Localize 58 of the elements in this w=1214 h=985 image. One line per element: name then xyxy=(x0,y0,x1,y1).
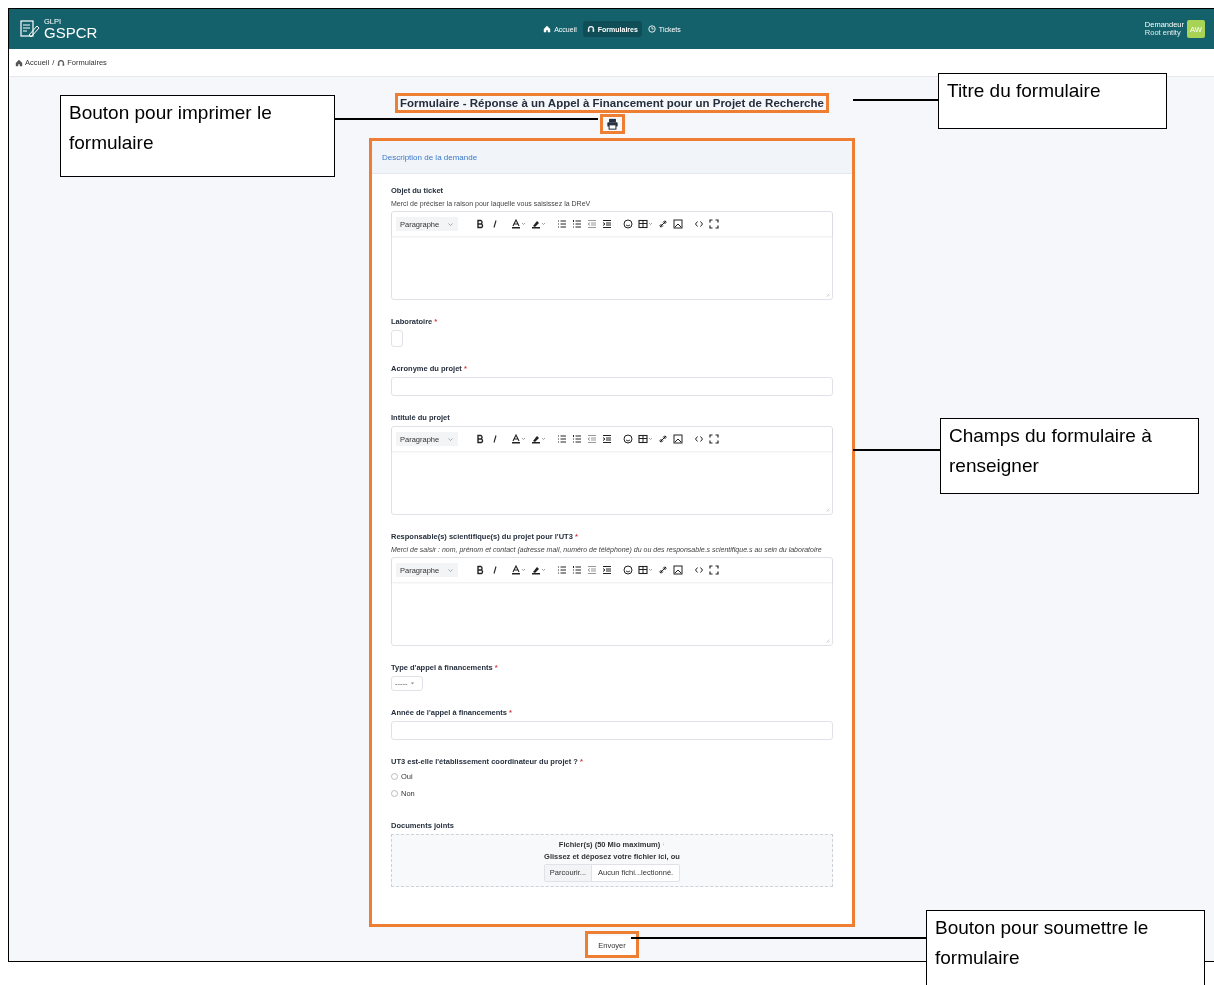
numbered-list-icon xyxy=(572,434,582,444)
bullet-list-icon xyxy=(557,434,567,444)
callout-text: Titre du formulaire xyxy=(938,73,1167,129)
image-icon xyxy=(673,219,683,229)
fullscreen-icon xyxy=(709,434,719,444)
outdent-icon xyxy=(587,565,597,575)
callout-text: Bouton pour imprimer le formulaire xyxy=(60,95,335,177)
highlighter-icon xyxy=(531,565,546,575)
resize-grip-icon xyxy=(825,507,830,512)
bold-icon xyxy=(475,434,485,444)
resize-grip-icon xyxy=(825,638,830,643)
bold-icon xyxy=(475,565,485,575)
table-icon xyxy=(638,565,653,575)
code-icon xyxy=(694,565,704,575)
bullet-list-icon xyxy=(557,565,567,575)
image-icon xyxy=(673,565,683,575)
code-icon xyxy=(694,219,704,229)
text-color-icon xyxy=(511,434,526,444)
table-icon xyxy=(638,219,653,229)
indent-icon xyxy=(602,434,612,444)
highlighter-icon xyxy=(531,219,546,229)
text-color-icon xyxy=(511,565,526,575)
fullscreen-icon xyxy=(709,219,719,229)
indent-icon xyxy=(602,219,612,229)
form-title: Formulaire - Réponse à un Appel à Financement pour un Projet de Recherche xyxy=(400,97,824,109)
image-icon xyxy=(673,434,683,444)
emoji-icon xyxy=(623,434,633,444)
numbered-list-icon xyxy=(572,219,582,229)
input-field[interactable] xyxy=(391,721,833,740)
code-icon xyxy=(694,434,704,444)
callout-text: Bouton pour soumettre le formulaire xyxy=(926,910,1205,985)
chevron-icon xyxy=(447,220,454,228)
bullet-list-icon xyxy=(557,219,567,229)
chevron-icon xyxy=(447,435,454,443)
numbered-list-icon xyxy=(572,565,582,575)
emoji-icon xyxy=(623,565,633,575)
table-icon xyxy=(638,434,653,444)
clock-icon xyxy=(647,25,656,33)
home-icon xyxy=(543,25,552,33)
outdent-icon xyxy=(587,434,597,444)
emoji-icon xyxy=(623,219,633,229)
home-icon xyxy=(15,58,23,67)
outdent-icon xyxy=(587,219,597,229)
chevron-icon xyxy=(447,566,454,574)
logo-icon xyxy=(19,19,41,39)
select-field[interactable] xyxy=(391,330,403,347)
highlighter-icon xyxy=(531,434,546,444)
input-field[interactable] xyxy=(391,377,833,396)
fullscreen-icon xyxy=(709,565,719,575)
app-logo: GSPCR xyxy=(44,25,98,41)
bold-icon xyxy=(475,219,485,229)
resize-grip-icon xyxy=(825,292,830,297)
callout-text: Champs du formulaire à renseigner xyxy=(940,418,1199,494)
caret-icon xyxy=(409,681,415,686)
print-icon xyxy=(605,118,619,130)
text-color-icon xyxy=(511,219,526,229)
indent-icon xyxy=(602,565,612,575)
section-title: Description de la demande xyxy=(382,152,478,162)
